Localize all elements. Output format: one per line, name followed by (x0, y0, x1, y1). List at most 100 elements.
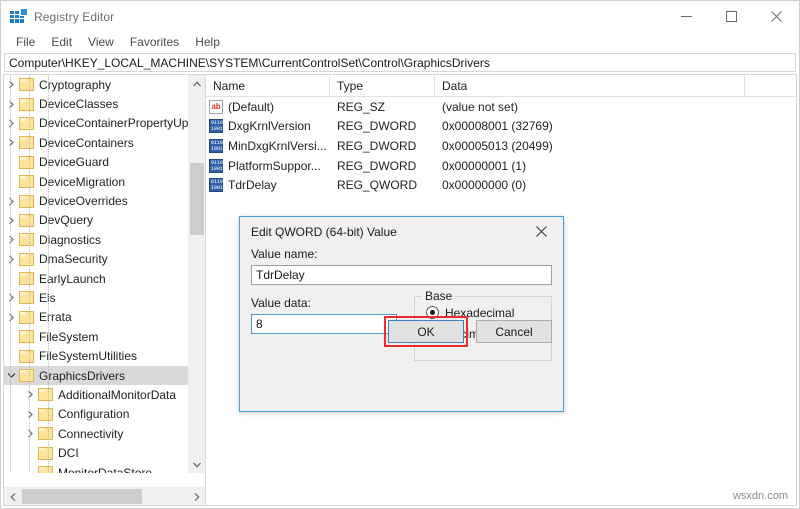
tree-node[interactable]: DeviceClasses (4, 94, 190, 113)
address-bar[interactable]: Computer\HKEY_LOCAL_MACHINE\SYSTEM\Curre… (4, 53, 796, 72)
tree-node[interactable]: DeviceGuard (4, 153, 190, 172)
menu-edit[interactable]: Edit (43, 33, 80, 52)
value-data-cell: 0x00000001 (1) (442, 158, 527, 173)
column-header-name[interactable]: Name (206, 75, 330, 96)
menu-file[interactable]: File (8, 33, 43, 52)
tree-scroll-thumb[interactable] (190, 163, 204, 235)
scroll-down-icon[interactable] (189, 456, 205, 473)
value-row[interactable]: ab (Default) REG_SZ (value not set) (206, 97, 796, 117)
folder-icon (19, 310, 34, 324)
tree-node[interactable]: Els (4, 288, 190, 307)
tree-node[interactable]: Cryptography (4, 75, 190, 94)
tree-horizontal-scrollbar[interactable] (4, 487, 205, 505)
folder-icon (38, 446, 53, 460)
folder-icon (19, 233, 34, 247)
value-row[interactable]: 01 10 10 01 PlatformSuppor... REG_DWORD 0x0000… (206, 156, 796, 176)
tree-node[interactable]: DeviceContainers (4, 133, 190, 152)
tree-node[interactable]: FileSystem (4, 327, 190, 346)
folder-icon (38, 427, 53, 441)
tree-node[interactable]: EarlyLaunch (4, 269, 190, 288)
folder-icon (19, 116, 34, 130)
value-data-column: Value data: 8 (251, 296, 397, 361)
tree-node[interactable]: DCI (4, 443, 190, 462)
tree-viewport: Cryptography DeviceClasses DeviceContainer… (4, 75, 190, 473)
folder-icon (19, 252, 34, 266)
value-name-cell: 01 10 10 01 MinDxgKrnlVersi... (206, 138, 330, 153)
tree-guide-line (29, 75, 31, 473)
base-group-label: Base (422, 289, 456, 303)
cancel-button[interactable]: Cancel (476, 320, 552, 343)
menu-help[interactable]: Help (187, 33, 228, 52)
scroll-left-icon[interactable] (4, 488, 21, 505)
folder-icon (19, 369, 34, 383)
tree-node[interactable]: DeviceOverrides (4, 191, 190, 210)
values-list: ab (Default) REG_SZ (value not set) 01 10 10 01… (206, 97, 796, 195)
tree-node-label: DeviceOverrides (39, 194, 128, 209)
registry-editor-icon (10, 7, 28, 25)
tree-node[interactable]: Connectivity (4, 424, 190, 443)
tree-node-label: GraphicsDrivers (39, 368, 126, 383)
value-row[interactable]: 01 10 10 01 TdrDelay REG_QWORD 0x00000000 (0) (206, 175, 796, 195)
folder-icon (38, 407, 53, 421)
tree-node-label: Connectivity (58, 426, 124, 441)
dialog-title-bar: Edit QWORD (64-bit) Value (240, 217, 563, 247)
tree-node-label: FileSystemUtilities (39, 349, 138, 364)
value-type-cell: REG_DWORD (337, 138, 417, 153)
registry-path-text: Computer\HKEY_LOCAL_MACHINE\SYSTEM\Curre… (9, 55, 490, 70)
screenshot-root: Registry Editor File Edit View Favorites… (0, 0, 800, 509)
value-data-input[interactable]: 8 (251, 314, 397, 334)
menu-favorites[interactable]: Favorites (122, 33, 187, 52)
tree-node[interactable]: Diagnostics (4, 230, 190, 249)
registry-tree-pane: Cryptography DeviceClasses DeviceContainer… (3, 74, 206, 506)
folder-icon (19, 155, 34, 169)
folder-icon (19, 97, 34, 111)
minimize-button[interactable] (664, 1, 709, 32)
tree-node[interactable]: DeviceContainerPropertyUpdateEvents (4, 114, 190, 133)
scroll-up-icon[interactable] (189, 75, 205, 92)
close-button[interactable] (754, 1, 799, 32)
tree-node[interactable]: DeviceMigration (4, 172, 190, 191)
column-header-data[interactable]: Data (435, 75, 745, 96)
tree-hscroll-thumb[interactable] (22, 489, 142, 504)
value-name-text: DxgKrnlVersion (228, 119, 311, 134)
value-type-cell: REG_SZ (337, 99, 386, 114)
value-name-text: MinDxgKrnlVersi... (228, 138, 327, 153)
value-name-input[interactable]: TdrDelay (251, 265, 552, 285)
tree-vertical-scrollbar[interactable] (188, 75, 205, 473)
edit-qword-dialog: Edit QWORD (64-bit) Value Value name: Td… (239, 216, 564, 412)
tree-node[interactable]: DevQuery (4, 211, 190, 230)
value-name-text: (Default) (228, 99, 275, 114)
tree-node[interactable]: DmaSecurity (4, 250, 190, 269)
dialog-close-button[interactable] (519, 217, 563, 246)
value-data-cell: 0x00008001 (32769) (442, 119, 553, 134)
column-header-type[interactable]: Type (330, 75, 435, 96)
folder-icon (19, 194, 34, 208)
tree-node-label: DeviceContainerPropertyUpdateEvents (39, 116, 190, 131)
string-value-icon: ab (209, 99, 223, 114)
tree-node[interactable]: Errata (4, 308, 190, 327)
folder-icon (19, 349, 34, 363)
value-row[interactable]: 01 10 10 01 DxgKrnlVersion REG_DWORD 0x0000800… (206, 117, 796, 137)
ok-button[interactable]: OK (388, 320, 464, 343)
scroll-right-icon[interactable] (188, 488, 205, 505)
menu-view[interactable]: View (80, 33, 122, 52)
tree-node[interactable]: Configuration (4, 405, 190, 424)
folder-icon (19, 291, 34, 305)
tree-node[interactable]: FileSystemUtilities (4, 346, 190, 365)
tree-node[interactable]: GraphicsDrivers (4, 365, 190, 386)
folder-icon (38, 466, 53, 473)
tree-node-label: Errata (39, 310, 72, 325)
tree-node[interactable]: AdditionalMonitorData (4, 385, 190, 404)
ok-button-highlight-annotation: OK (384, 316, 468, 347)
tree-node-label: DeviceContainers (39, 135, 134, 150)
tree-node[interactable]: MonitorDataStore (4, 463, 190, 473)
value-data-text: 8 (256, 317, 263, 331)
qword-value-icon: 01 10 10 01 (209, 178, 224, 193)
value-type-cell: REG_DWORD (337, 158, 417, 173)
column-header-filler (745, 75, 796, 96)
folder-icon (19, 175, 34, 189)
maximize-button[interactable] (709, 1, 754, 32)
dword-value-icon: 01 10 10 01 (209, 138, 224, 153)
value-row[interactable]: 01 10 10 01 MinDxgKrnlVersi... REG_DWORD 0x000… (206, 136, 796, 156)
registry-tree: Cryptography DeviceClasses DeviceContainer… (4, 75, 190, 473)
